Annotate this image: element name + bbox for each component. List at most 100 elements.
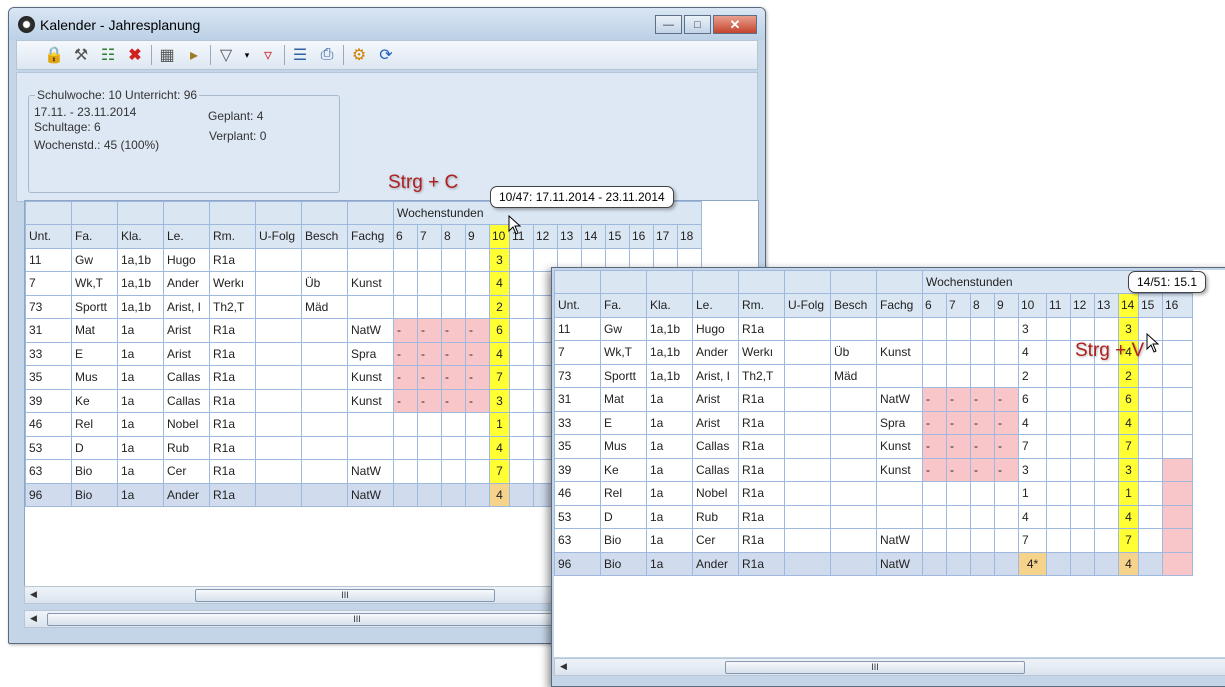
table-cell[interactable]: - (393, 318, 418, 343)
table-cell[interactable]: Mat (71, 318, 118, 343)
table-cell[interactable]: 31 (554, 387, 601, 412)
table-cell[interactable] (876, 504, 923, 529)
table-cell[interactable]: - (417, 318, 442, 343)
table-cell[interactable]: Hugo (692, 316, 739, 341)
table-cell[interactable]: Rel (600, 481, 647, 506)
table-cell[interactable]: Kunst (876, 457, 923, 482)
column-header[interactable]: Le. (163, 224, 210, 249)
table-cell[interactable] (922, 504, 947, 529)
table-cell[interactable]: 1a,1b (117, 294, 164, 319)
table-cell[interactable] (970, 481, 995, 506)
table-cell[interactable] (946, 551, 971, 576)
table-cell[interactable] (1162, 434, 1193, 459)
table-row[interactable]: 46 Rel 1a Nobel R1a 1 1 (554, 481, 1193, 506)
table-cell[interactable] (1094, 551, 1119, 576)
table-cell[interactable] (922, 481, 947, 506)
table-cell[interactable]: 3 (1118, 457, 1139, 482)
table-row[interactable]: 33 E 1a Arist R1a Spra - - - -4 4 (554, 410, 1193, 435)
table-cell[interactable]: Ander (692, 340, 739, 365)
table-cell[interactable] (1046, 504, 1071, 529)
table-cell[interactable] (1094, 387, 1119, 412)
table-cell[interactable] (301, 435, 348, 460)
table-cell[interactable]: - (970, 457, 995, 482)
table-cell[interactable]: Gw (71, 247, 118, 272)
table-cell[interactable] (1162, 504, 1193, 529)
table-cell[interactable]: - (946, 410, 971, 435)
table-cell[interactable]: 63 (554, 528, 601, 553)
table-cell[interactable]: Arist (163, 341, 210, 366)
column-header[interactable]: 12 (533, 224, 558, 249)
column-header[interactable]: 13 (557, 224, 582, 249)
table-cell[interactable] (417, 459, 442, 484)
table-cell[interactable] (784, 434, 831, 459)
table-cell[interactable]: 2 (1018, 363, 1047, 388)
table-cell[interactable]: E (71, 341, 118, 366)
table-cell[interactable] (255, 435, 302, 460)
column-header[interactable]: 15 (1138, 293, 1163, 318)
table-cell[interactable]: R1a (738, 457, 785, 482)
table-cell[interactable] (784, 504, 831, 529)
column-header[interactable]: Rm. (738, 293, 785, 318)
table-cell[interactable] (509, 388, 534, 413)
table-cell[interactable] (1046, 410, 1071, 435)
table-cell[interactable] (417, 435, 442, 460)
table-cell[interactable]: Bio (600, 551, 647, 576)
table-cell[interactable]: 6 (1118, 387, 1139, 412)
table-cell[interactable]: 11 (25, 247, 72, 272)
table-cell[interactable]: - (946, 387, 971, 412)
table-cell[interactable] (255, 388, 302, 413)
table-cell[interactable]: 7 (1018, 528, 1047, 553)
close-button[interactable]: ✕ (713, 15, 757, 34)
table-cell[interactable] (1070, 551, 1095, 576)
column-header[interactable]: 14 (581, 224, 606, 249)
lock-icon[interactable]: 🔒 (43, 44, 65, 66)
table-cell[interactable] (441, 412, 466, 437)
scroll-thumb[interactable]: III (195, 589, 495, 602)
table-cell[interactable]: Mus (600, 434, 647, 459)
column-header[interactable]: 7 (417, 224, 442, 249)
table-cell[interactable]: 31 (25, 318, 72, 343)
table-cell[interactable] (1162, 410, 1193, 435)
table-cell[interactable]: Bio (600, 528, 647, 553)
column-header[interactable]: 7 (946, 293, 971, 318)
table-cell[interactable] (1138, 551, 1163, 576)
table-cell[interactable]: R1a (738, 387, 785, 412)
table-cell[interactable]: NatW (347, 318, 394, 343)
table-cell[interactable] (255, 482, 302, 507)
table-cell[interactable] (970, 316, 995, 341)
title-bar[interactable]: Kalender - Jahresplanung — □ ✕ (9, 8, 765, 40)
table-cell[interactable] (1138, 504, 1163, 529)
table-cell[interactable] (1094, 528, 1119, 553)
table-cell[interactable]: 1 (1118, 481, 1139, 506)
table-cell[interactable]: 7 (489, 365, 510, 390)
table-cell[interactable]: - (970, 410, 995, 435)
table-cell[interactable]: Mäd (830, 363, 877, 388)
table-cell[interactable] (970, 363, 995, 388)
table-cell[interactable]: Ander (163, 271, 210, 296)
table-cell[interactable]: - (970, 434, 995, 459)
table-cell[interactable] (465, 412, 490, 437)
table-cell[interactable]: Kunst (876, 434, 923, 459)
table-cell[interactable]: 7 (1018, 434, 1047, 459)
table-cell[interactable]: R1a (209, 365, 256, 390)
table-cell[interactable] (830, 528, 877, 553)
table-cell[interactable]: 35 (25, 365, 72, 390)
table-cell[interactable] (301, 459, 348, 484)
scroll-thumb[interactable]: III (725, 661, 1025, 674)
column-header[interactable]: 16 (1162, 293, 1193, 318)
table-cell[interactable]: 3 (1018, 457, 1047, 482)
column-header[interactable]: U-Folg (255, 224, 302, 249)
table-cell[interactable]: R1a (209, 341, 256, 366)
horizontal-scrollbar-3[interactable]: ◀ III (554, 658, 1225, 676)
table-cell[interactable]: 46 (554, 481, 601, 506)
table-cell[interactable]: 96 (554, 551, 601, 576)
table-cell[interactable]: - (946, 457, 971, 482)
table-cell[interactable]: - (465, 318, 490, 343)
table-cell[interactable]: Hugo (163, 247, 210, 272)
table-cell[interactable] (441, 459, 466, 484)
table-row[interactable]: 39 Ke 1a Callas R1a Kunst - - - -3 3 (554, 457, 1193, 482)
table-cell[interactable]: 3 (489, 388, 510, 413)
table-cell[interactable]: 1a (117, 459, 164, 484)
table-cell[interactable] (301, 412, 348, 437)
table-cell[interactable] (970, 551, 995, 576)
